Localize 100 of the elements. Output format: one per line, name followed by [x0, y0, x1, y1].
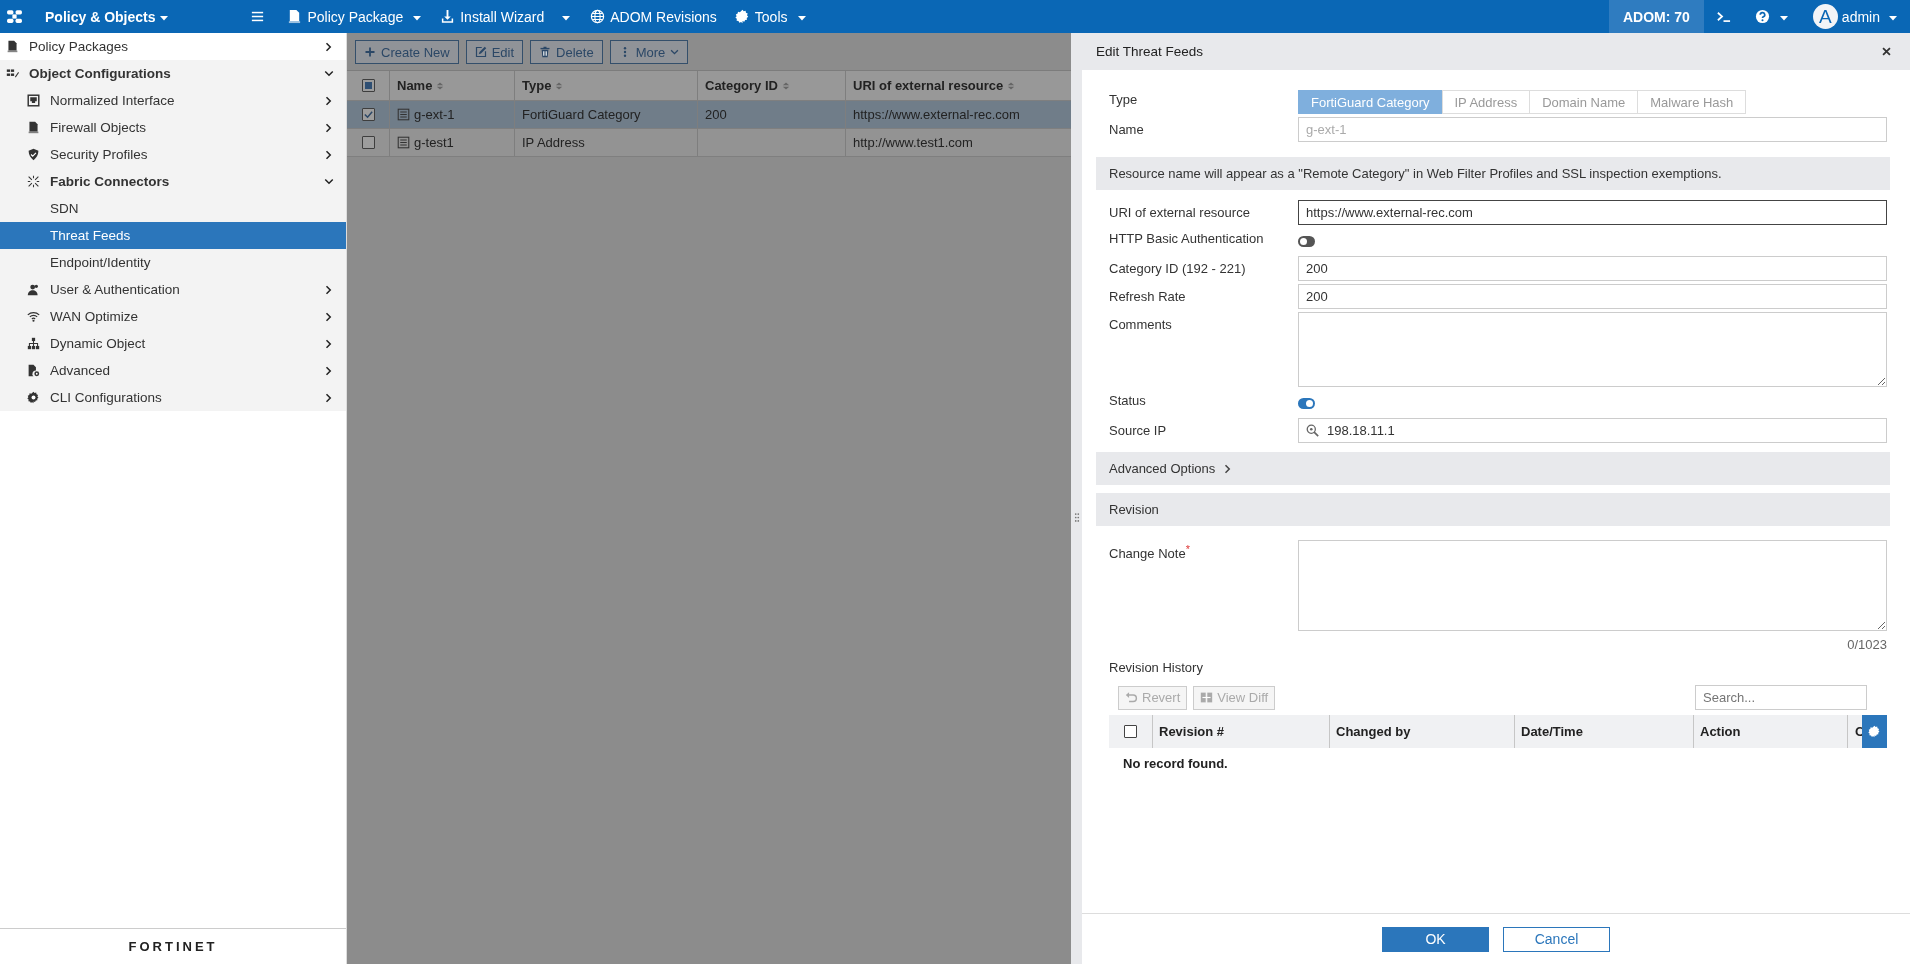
document-icon — [27, 121, 40, 134]
avatar: A — [1812, 4, 1838, 29]
list-icon — [397, 108, 410, 121]
panel-title: Edit Threat Feeds — [1096, 44, 1204, 59]
user-menu[interactable]: A admin — [1800, 0, 1910, 33]
field-label: Change Note$^{*}$ — [1109, 542, 1191, 564]
sidebar-item[interactable]: Security Profiles — [0, 141, 346, 168]
file-gear-icon — [27, 364, 40, 377]
document-icon — [287, 9, 303, 24]
column-header[interactable]: Date/Time — [1521, 724, 1583, 739]
sort-icon — [555, 80, 564, 91]
sidebar-item[interactable]: User & Authentication — [0, 276, 346, 303]
section-label: Revision History — [1108, 660, 1204, 675]
column-header[interactable]: URI of external resource — [853, 78, 1004, 93]
row-checkbox[interactable] — [361, 136, 375, 149]
edit-icon — [474, 46, 487, 58]
text-field[interactable]: 200 — [1298, 256, 1887, 281]
toolbar-button[interactable]: More — [609, 40, 689, 64]
toggle-switch[interactable] — [1298, 398, 1315, 409]
terminal-icon — [1715, 9, 1731, 24]
search-icon — [1306, 424, 1319, 437]
sidebar-item[interactable]: Object Configurations — [0, 60, 346, 87]
plus-icon — [364, 46, 376, 58]
cancel-button[interactable]: Cancel — [1503, 926, 1610, 952]
adom-badge[interactable]: ADOM: 70 — [1608, 0, 1704, 33]
comments-field[interactable] — [1298, 312, 1887, 387]
text-field[interactable]: 200 — [1298, 284, 1887, 309]
field-label: Refresh Rate — [1109, 288, 1187, 306]
menu-item[interactable]: Install Wizard — [431, 0, 554, 33]
sidebar-item[interactable]: Normalized Interface — [0, 87, 346, 114]
table-row[interactable]: g-test1 IP Address http://www.test1.com — [347, 129, 1071, 157]
ok-button[interactable]: OK — [1382, 926, 1489, 952]
table-cell: g-ext-1 — [414, 107, 455, 122]
sidebar-item[interactable]: SDN — [0, 195, 346, 222]
menu-item[interactable]: ADOM Revisions — [581, 0, 726, 33]
toolbar-button[interactable]: Delete — [530, 40, 603, 64]
sidebar-item[interactable]: Threat Feeds — [0, 222, 346, 249]
settings-icon — [734, 9, 750, 24]
close-button[interactable] — [1881, 46, 1892, 57]
column-header[interactable]: Action — [1700, 724, 1741, 739]
character-counter: 0/1023 — [1846, 637, 1888, 652]
source-ip-field[interactable]: 198.18.11.1 — [1298, 418, 1887, 443]
table-cell: https://www.external-rec.com — [853, 107, 1020, 122]
column-header[interactable]: Changed by — [1336, 724, 1411, 739]
row-checkbox[interactable] — [361, 108, 375, 121]
sidebar-item[interactable]: Fabric Connectors — [0, 168, 346, 195]
type-option[interactable]: Malware Hash — [1637, 90, 1747, 114]
select-all-checkbox[interactable] — [1124, 725, 1137, 738]
column-header[interactable]: Name — [397, 78, 433, 93]
empty-message: No record found. — [1122, 755, 1229, 771]
info-banner: Resource name will appear as a "Remote Category" in Web Filter Profiles and SSL inspection exemptions. — [1096, 157, 1890, 190]
sidebar-item[interactable]: CLI Configurations — [0, 384, 346, 411]
gear-icon — [27, 391, 40, 404]
wifi-icon — [27, 310, 40, 323]
sidebar-item[interactable]: Advanced — [0, 357, 346, 384]
select-all-checkbox[interactable] — [361, 79, 375, 92]
diff-icon — [1200, 691, 1214, 704]
sort-icon — [436, 80, 445, 91]
type-option[interactable]: IP Address — [1441, 90, 1531, 114]
port-icon — [27, 94, 40, 107]
menu-item[interactable]: Tools — [725, 0, 816, 33]
sidebar-item[interactable]: Policy Packages — [0, 33, 346, 60]
sort-icon — [781, 80, 790, 91]
field-label: Status — [1109, 392, 1147, 410]
sidebar-item[interactable]: Endpoint/Identity — [0, 249, 346, 276]
sidebar-item[interactable]: Firewall Objects — [0, 114, 346, 141]
table-row[interactable]: g-ext-1 FortiGuard Category 200 https://www.external-rec.com — [347, 101, 1071, 129]
menu-item[interactable]: Policy Package — [278, 0, 432, 33]
type-option[interactable]: Domain Name — [1529, 90, 1639, 114]
toolbar-button[interactable]: Edit — [465, 40, 524, 64]
column-header[interactable]: Revision # — [1159, 724, 1225, 739]
toolbar-button[interactable]: Create New — [355, 40, 459, 64]
field-label: Type — [1109, 91, 1139, 109]
text-field[interactable]: https://www.external-rec.com — [1298, 200, 1887, 225]
table-cell: IP Address — [522, 135, 585, 150]
undo-icon — [1125, 691, 1138, 704]
logo: FORTINET — [128, 939, 218, 954]
column-settings-button[interactable] — [1862, 715, 1887, 748]
change-note-field[interactable] — [1298, 540, 1887, 631]
grid-icon — [6, 8, 23, 25]
sidebar-item[interactable]: Dynamic Object — [0, 330, 346, 357]
list-icon — [397, 136, 410, 149]
table-cell: g-test1 — [414, 135, 454, 150]
document-icon — [6, 40, 19, 53]
hierarchy-icon — [27, 337, 40, 350]
search-field[interactable]: Search... — [1695, 685, 1867, 710]
help-icon — [1754, 9, 1770, 24]
sidebar-item[interactable]: WAN Optimize — [0, 303, 346, 330]
toggle-switch[interactable] — [1298, 236, 1315, 247]
trash-icon — [539, 46, 552, 58]
table-cell: FortiGuard Category — [522, 107, 641, 122]
column-header[interactable]: Type — [522, 78, 552, 93]
download-icon — [440, 9, 456, 24]
section-header[interactable]: Advanced Options — [1096, 452, 1890, 485]
menu-icon — [250, 9, 266, 24]
column-header[interactable]: Category ID — [705, 78, 778, 93]
table-cell: http://www.test1.com — [853, 135, 973, 150]
app-menu-button[interactable]: Policy & Objects — [0, 0, 178, 33]
shield-icon — [27, 148, 40, 161]
table-cell: 200 — [705, 107, 727, 122]
